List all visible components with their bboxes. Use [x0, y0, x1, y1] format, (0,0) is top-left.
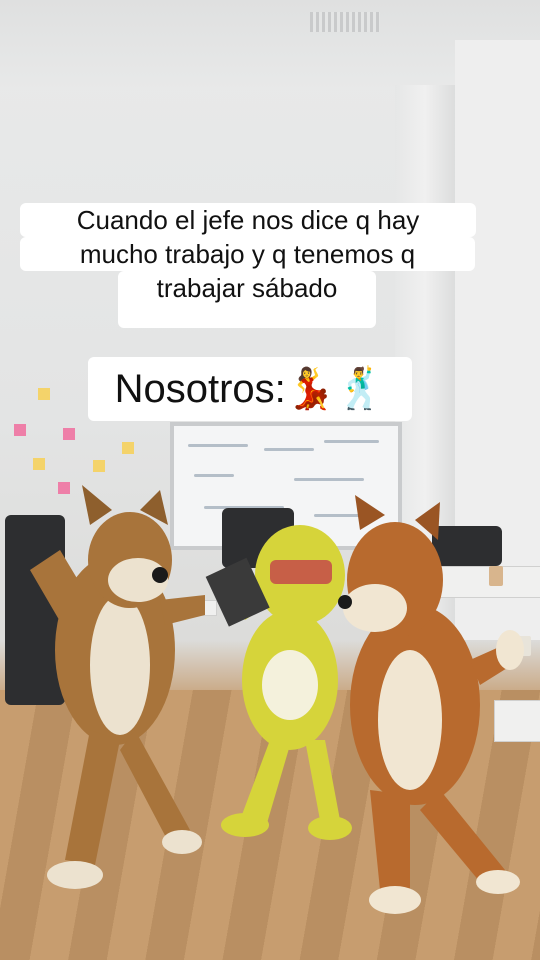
- sticky-note: [93, 460, 105, 472]
- caption-line-1: Cuando el jefe nos dice q hay: [20, 203, 476, 237]
- tiger-mascot: [320, 490, 530, 920]
- wolf-mascot: [20, 480, 210, 910]
- ceiling-vent: [310, 12, 380, 32]
- sticky-note: [14, 424, 26, 436]
- caption-line-2: mucho trabajo y q tenemos q: [20, 237, 475, 271]
- whiteboard-scribble: [324, 440, 379, 443]
- caption-line-3-text: trabajar sábado: [156, 273, 338, 303]
- sticky-note: [122, 442, 134, 454]
- whiteboard-scribble: [294, 478, 364, 481]
- whiteboard-scribble: [188, 444, 248, 447]
- sticky-note: [63, 428, 75, 440]
- sticky-note: [38, 388, 50, 400]
- caption-nosotros: Nosotros:💃🕺: [88, 357, 412, 421]
- sticky-note: [33, 458, 45, 470]
- whiteboard-scribble: [194, 474, 234, 477]
- caption-line-3: trabajar sábado: [118, 271, 376, 328]
- whiteboard-scribble: [264, 448, 314, 451]
- meme-scene: Cuando el jefe nos dice q hay mucho trab…: [0, 0, 540, 960]
